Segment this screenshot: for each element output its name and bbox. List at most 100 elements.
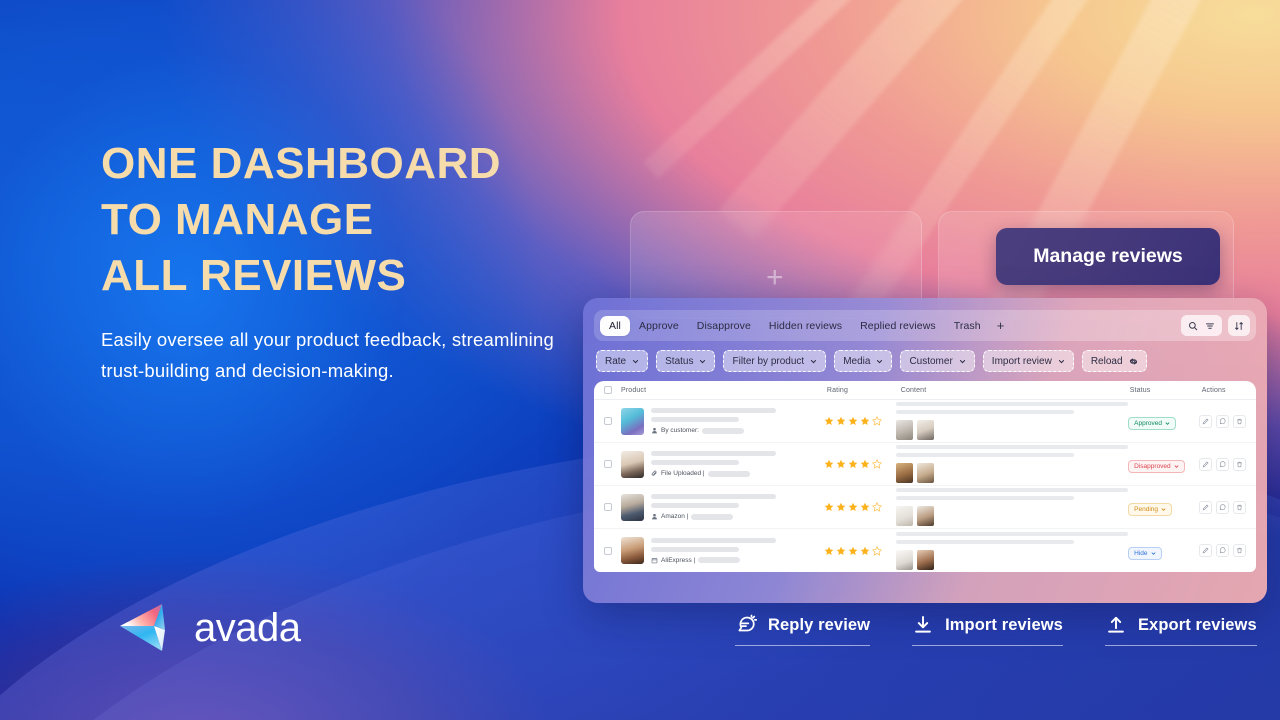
chevron-down-icon [700, 359, 706, 363]
status-badge[interactable]: Pending [1128, 503, 1173, 516]
tab-replied-reviews[interactable]: Replied reviews [851, 316, 945, 336]
edit-icon[interactable] [1199, 414, 1212, 428]
reply-review-action[interactable]: Reply review [735, 614, 871, 646]
chevron-down-icon [959, 359, 965, 363]
star-filled-icon [848, 546, 857, 555]
column-status: Status [1129, 386, 1151, 394]
star-filled-icon [848, 459, 857, 468]
star-empty-icon [871, 502, 882, 512]
sort-button[interactable] [1228, 315, 1250, 336]
status-badge[interactable]: Hide [1128, 546, 1162, 560]
tab-trash[interactable]: Trash [945, 316, 990, 336]
row-rating-cell [824, 502, 897, 512]
row-actions-cell [1199, 457, 1246, 471]
avada-logo: avada [118, 600, 301, 656]
table-row[interactable]: Amazon | Pending [594, 486, 1256, 529]
media-thumbnail[interactable] [896, 420, 914, 440]
row-checkbox[interactable] [604, 546, 612, 555]
row-product-cell: File Uploaded | [612, 450, 824, 478]
person-icon [652, 427, 657, 434]
filter-by-product[interactable]: Filter by product [723, 350, 827, 372]
table-row[interactable]: AliExpress | Hide [594, 529, 1256, 572]
row-rating-cell [824, 416, 897, 426]
review-source-label: Amazon | [661, 513, 689, 520]
delete-icon[interactable] [1233, 457, 1246, 471]
media-thumbnail[interactable] [896, 549, 914, 570]
content-placeholder-line [896, 488, 1129, 492]
filter-rate[interactable]: Rate [596, 350, 649, 372]
export-reviews-action[interactable]: Export reviews [1104, 614, 1257, 646]
filter-status[interactable]: Status [656, 350, 716, 372]
rating-stars [824, 416, 897, 426]
product-thumbnail [621, 407, 644, 435]
content-placeholder-line [896, 445, 1129, 449]
table-row[interactable]: File Uploaded | Disapproved [594, 443, 1256, 486]
chevron-down-icon [811, 359, 817, 363]
row-status-cell: Hide [1128, 542, 1199, 560]
reviews-dashboard-panel: All Approve Disapprove Hidden reviews Re… [583, 298, 1267, 603]
media-thumbnail[interactable] [896, 506, 914, 526]
chevron-down-icon [877, 359, 883, 363]
review-source-label: AliExpress | [661, 556, 696, 564]
manage-reviews-badge[interactable]: Manage reviews [996, 228, 1220, 285]
reload-label: Reload [1090, 355, 1123, 367]
headline-line-2: TO MANAGE [101, 195, 374, 244]
reply-icon[interactable] [1216, 457, 1229, 471]
tab-hidden-reviews[interactable]: Hidden reviews [760, 316, 851, 336]
delete-icon[interactable] [1233, 544, 1246, 557]
row-checkbox[interactable] [604, 460, 612, 468]
row-content-cell [896, 488, 1129, 526]
search-icon[interactable] [1188, 321, 1198, 331]
filter-customer[interactable]: Customer [900, 350, 975, 372]
import-review-label: Import review [991, 355, 1052, 367]
page-title: ONE DASHBOARD TO MANAGE ALL REVIEWS [101, 136, 571, 304]
star-empty-icon [871, 459, 882, 469]
star-filled-icon [860, 546, 869, 555]
reload-button[interactable]: Reload [1081, 350, 1147, 372]
add-tab-button[interactable]: + [990, 316, 1012, 335]
search-filter-group[interactable] [1181, 315, 1222, 336]
reply-icon[interactable] [1216, 544, 1229, 557]
import-review-button[interactable]: Import review [982, 350, 1074, 372]
edit-icon[interactable] [1199, 457, 1212, 471]
upload-icon [1108, 616, 1124, 633]
tab-approve[interactable]: Approve [630, 316, 688, 336]
row-checkbox[interactable] [604, 417, 612, 425]
delete-icon[interactable] [1233, 414, 1246, 428]
reply-icon[interactable] [1216, 500, 1229, 514]
tab-disapprove[interactable]: Disapprove [688, 316, 760, 336]
media-thumbnail[interactable] [917, 463, 935, 483]
select-all-checkbox[interactable] [604, 386, 612, 394]
edit-icon[interactable] [1199, 500, 1212, 514]
media-thumbnail[interactable] [896, 463, 914, 483]
rating-stars [824, 459, 897, 469]
content-placeholder-line [896, 410, 1075, 414]
import-reviews-action[interactable]: Import reviews [912, 614, 1063, 646]
rating-stars [824, 502, 897, 512]
paperclip-icon [651, 470, 657, 476]
row-product-cell: AliExpress | [612, 537, 824, 564]
delete-icon[interactable] [1233, 500, 1246, 514]
filter-icon[interactable] [1205, 321, 1215, 331]
tab-all[interactable]: All [600, 315, 630, 336]
star-filled-icon [860, 459, 869, 468]
filter-media[interactable]: Media [834, 350, 893, 372]
media-thumbnail[interactable] [917, 506, 935, 526]
media-thumbnail[interactable] [917, 549, 935, 570]
edit-icon[interactable] [1199, 544, 1212, 557]
product-thumbnail [621, 537, 644, 564]
status-badge[interactable]: Approved [1128, 417, 1176, 430]
product-thumbnail [621, 493, 644, 521]
star-filled-icon [824, 546, 833, 555]
row-checkbox[interactable] [604, 503, 612, 511]
reply-icon[interactable] [1216, 414, 1229, 428]
table-row[interactable]: By customer: Approved [594, 400, 1256, 443]
promo-banner: ONE DASHBOARD TO MANAGE ALL REVIEWS Easi… [0, 0, 1280, 720]
star-filled-icon [836, 546, 845, 555]
media-thumbnail[interactable] [917, 420, 935, 440]
status-badge[interactable]: Disapproved [1128, 460, 1185, 473]
star-filled-icon [860, 502, 869, 511]
reply-review-label: Reply review [768, 615, 871, 634]
sort-icon[interactable] [1234, 321, 1244, 331]
column-product: Product [621, 386, 647, 394]
